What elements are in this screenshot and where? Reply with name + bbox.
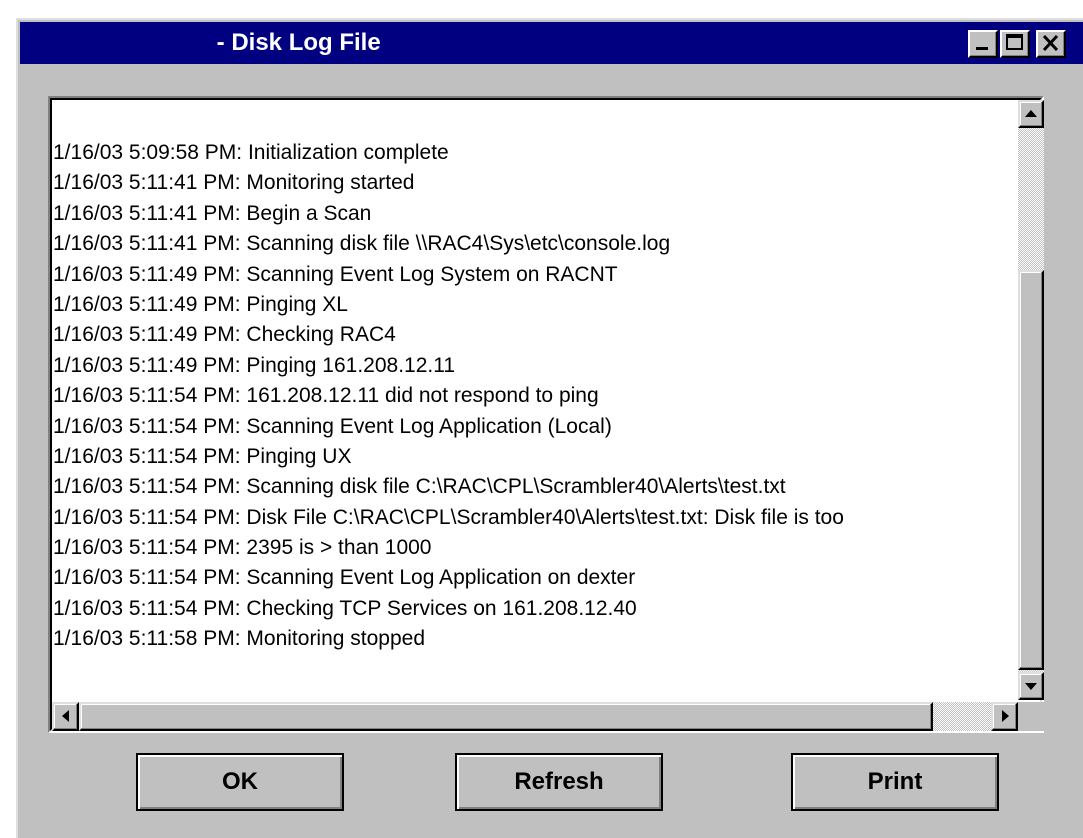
log-line: 1/16/03 5:11:41 PM: Scanning disk file \… — [53, 232, 671, 256]
scroll-up-button[interactable] — [1018, 100, 1044, 128]
scroll-down-button[interactable] — [1018, 672, 1044, 700]
horizontal-scrollbar[interactable] — [52, 702, 1018, 731]
log-line: 1/16/03 5:11:49 PM: Pinging 161.208.12.1… — [53, 353, 456, 377]
log-line: 1/16/03 5:11:49 PM: Checking RAC4 — [53, 323, 396, 347]
maximize-icon — [1006, 34, 1023, 50]
title-bar[interactable]: - Disk Log File — [20, 22, 1083, 64]
arrow-right-icon — [1002, 710, 1009, 722]
vertical-scroll-thumb[interactable] — [1018, 270, 1044, 670]
log-line: 1/16/03 5:11:54 PM: Scanning Event Log A… — [53, 566, 636, 590]
log-line: 1/16/03 5:11:54 PM: Checking TCP Service… — [53, 596, 637, 620]
vertical-scrollbar[interactable] — [1018, 100, 1044, 700]
log-line: 1/16/03 5:11:41 PM: Monitoring started — [53, 171, 415, 195]
log-line: 1/16/03 5:11:54 PM: 161.208.12.11 did no… — [53, 384, 599, 408]
minimize-icon — [976, 47, 988, 50]
close-button[interactable] — [1036, 30, 1066, 58]
log-line: 1/16/03 5:09:58 PM: Initialization compl… — [53, 141, 449, 164]
window-title: - Disk Log File — [210, 29, 381, 56]
log-list-frame: 1/16/03 5:09:58 PM: Initialization compl… — [48, 96, 1044, 733]
log-list[interactable]: 1/16/03 5:09:58 PM: Initialization compl… — [50, 98, 1044, 731]
log-line: 1/16/03 5:11:54 PM: Pinging UX — [53, 444, 352, 468]
horizontal-scroll-thumb[interactable] — [79, 702, 933, 731]
log-line: 1/16/03 5:11:54 PM: Disk File C:\RAC\CPL… — [53, 505, 844, 529]
log-line: 1/16/03 5:11:54 PM: 2395 is > than 1000 — [53, 536, 432, 560]
refresh-button[interactable]: Refresh — [455, 753, 663, 811]
log-line: 1/16/03 5:11:58 PM: Monitoring stopped — [53, 627, 426, 651]
log-line: 1/16/03 5:11:49 PM: Pinging XL — [53, 292, 348, 316]
arrow-down-icon — [1025, 683, 1037, 690]
close-icon — [1042, 34, 1059, 52]
minimize-button[interactable] — [968, 30, 998, 58]
log-line: 1/16/03 5:11:54 PM: Scanning Event Log A… — [53, 414, 612, 438]
arrow-left-icon — [62, 710, 69, 722]
print-button[interactable]: Print — [791, 753, 999, 811]
log-line: 1/16/03 5:11:49 PM: Scanning Event Log S… — [53, 262, 618, 286]
disk-log-window: - Disk Log File 1/16/03 5:09:58 PM: Init… — [16, 18, 1083, 838]
ok-button[interactable]: OK — [136, 753, 344, 811]
log-line: 1/16/03 5:11:41 PM: Begin a Scan — [53, 201, 372, 225]
arrow-up-icon — [1025, 110, 1037, 117]
scrollbar-corner — [1018, 702, 1044, 731]
maximize-button[interactable] — [1000, 30, 1030, 58]
log-line: 1/16/03 5:11:54 PM: Scanning disk file C… — [53, 475, 786, 499]
scroll-right-button[interactable] — [991, 702, 1018, 731]
log-lines: 1/16/03 5:09:58 PM: Initialization compl… — [52, 138, 1016, 698]
scroll-left-button[interactable] — [52, 702, 79, 731]
